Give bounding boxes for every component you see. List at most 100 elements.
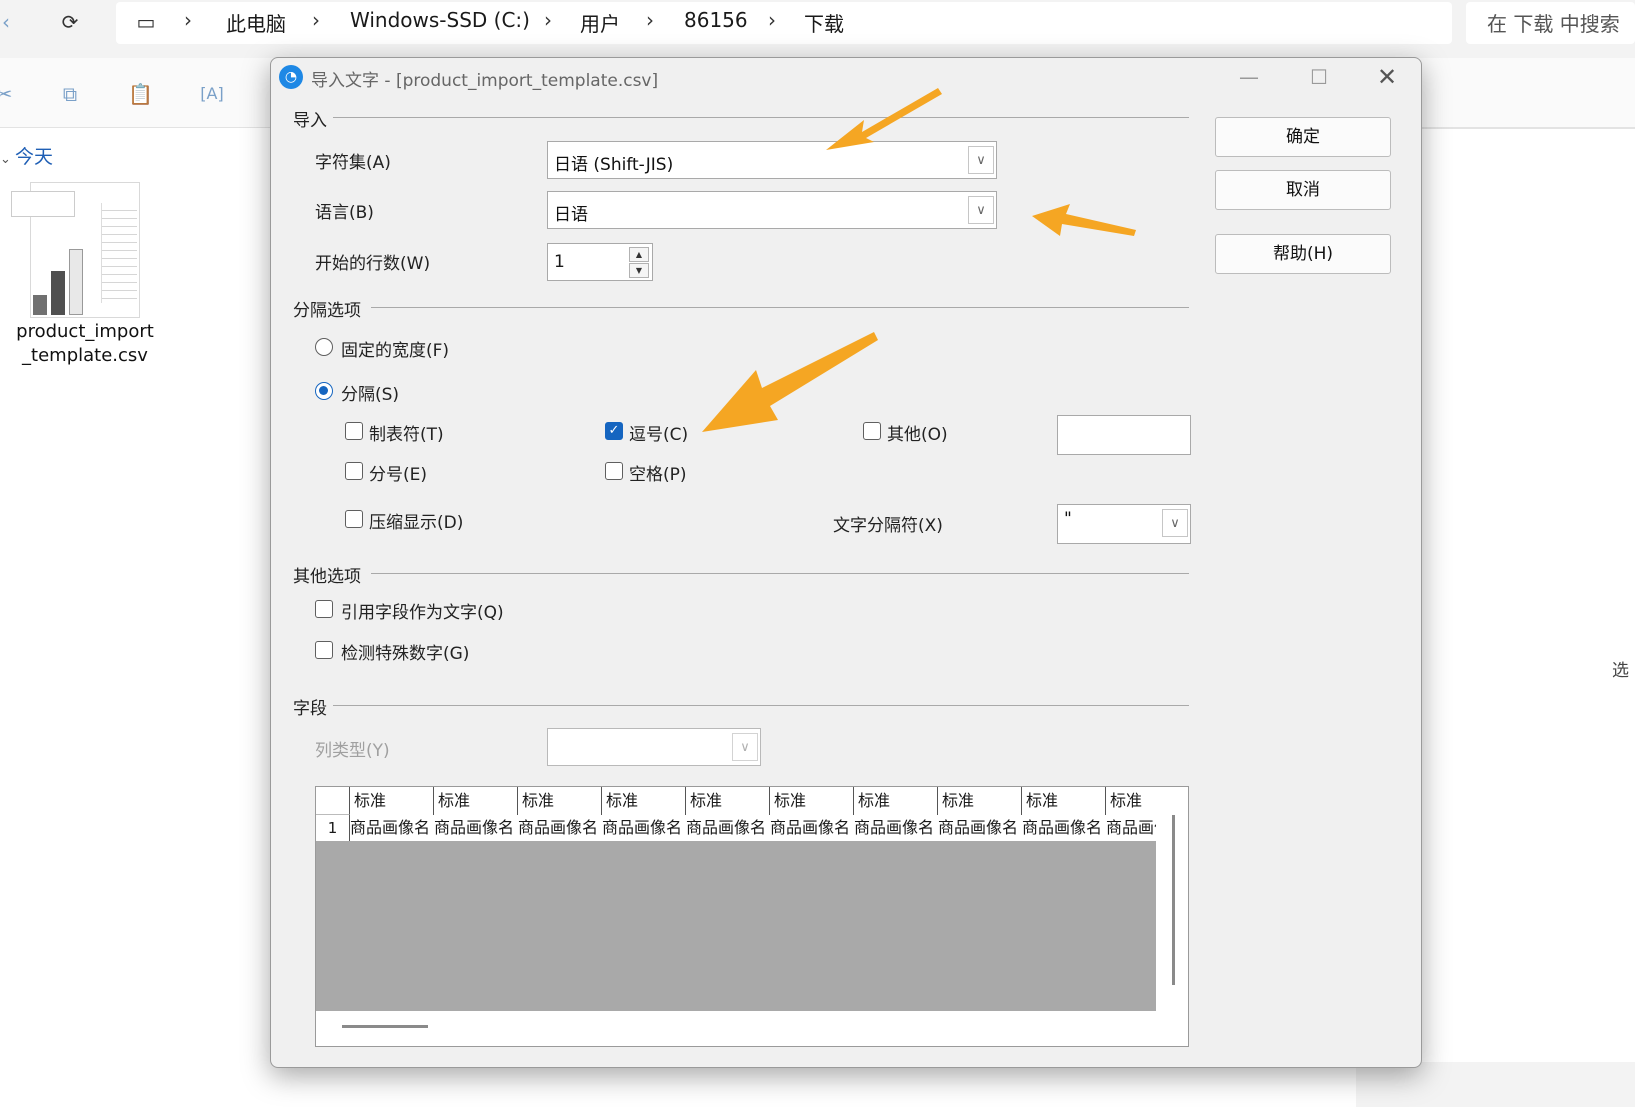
import-text-dialog: ◔ 导入文字 - [product_import_template.csv] —… — [270, 57, 1422, 1068]
separated-label[interactable]: 分隔(S) — [341, 380, 399, 405]
close-icon[interactable]: ✕ — [1367, 62, 1407, 92]
copy-icon[interactable]: ⧉ — [58, 82, 82, 106]
merge-delimiters-checkbox[interactable] — [345, 510, 363, 528]
app-logo-icon: ◔ — [279, 65, 303, 89]
column-header[interactable]: 标准 — [434, 787, 518, 815]
text-delimiter-select[interactable]: " ∨ — [1057, 504, 1191, 544]
breadcrumb-separator-icon: › — [646, 8, 654, 32]
computer-icon: ▭ — [136, 10, 156, 34]
file-name-line: _template.csv — [22, 345, 148, 366]
section-other-title: 其他选项 — [293, 567, 361, 587]
maximize-icon[interactable]: ☐ — [1299, 62, 1339, 92]
breadcrumb-separator-icon: › — [312, 8, 320, 32]
breadcrumb-drive[interactable]: Windows-SSD (C:) — [350, 8, 530, 32]
breadcrumb-downloads[interactable]: 下载 — [804, 8, 844, 37]
column-header[interactable]: 标准 — [1106, 787, 1156, 815]
group-label: 今天 — [15, 146, 54, 168]
chevron-down-icon[interactable]: ∨ — [968, 146, 994, 174]
semicolon-label[interactable]: 分号(E) — [369, 460, 427, 485]
vertical-scrollbar[interactable] — [1172, 815, 1175, 985]
thumb-header — [11, 191, 75, 217]
breadcrumb-this-pc[interactable]: 此电脑 — [226, 8, 286, 37]
minimize-icon[interactable]: — — [1229, 62, 1269, 92]
column-header[interactable]: 标准 — [770, 787, 854, 815]
text-delimiter-label: 文字分隔符(X) — [833, 516, 943, 536]
column-header[interactable]: 标准 — [854, 787, 938, 815]
dialog-title: 导入文字 - [product_import_template.csv] — [311, 71, 659, 91]
section-separator-title: 分隔选项 — [293, 301, 361, 321]
help-button[interactable]: 帮助(H) — [1215, 234, 1391, 274]
column-type-label: 列类型(Y) — [315, 741, 390, 761]
chevron-down-icon[interactable]: ∨ — [968, 196, 994, 224]
text-delimiter-value: " — [1064, 509, 1072, 529]
grid-corner — [316, 787, 350, 815]
file-name-line: product_import — [16, 321, 154, 342]
horizontal-scrollbar[interactable] — [342, 1025, 428, 1028]
group-header-today[interactable]: ⌄ 今天 — [0, 142, 53, 169]
preview-cell: 商品画像名 — [938, 818, 1019, 837]
chevron-down-icon[interactable]: ∨ — [732, 733, 758, 761]
breadcrumb-user[interactable]: 86156 — [684, 8, 748, 32]
file-name[interactable]: product_import _template.csv — [10, 320, 160, 368]
quoted-as-text-checkbox[interactable] — [315, 600, 333, 618]
preview-cell: 商品画像名 — [602, 818, 683, 837]
column-header[interactable]: 标准 — [350, 787, 434, 815]
section-divider — [333, 117, 1189, 118]
language-value: 日语 — [554, 205, 588, 225]
detect-numbers-label[interactable]: 检测特殊数字(G) — [341, 639, 469, 664]
tab-label[interactable]: 制表符(T) — [369, 420, 444, 445]
refresh-icon[interactable]: ⟳ — [58, 10, 82, 34]
fixed-width-radio[interactable] — [315, 338, 333, 356]
preview-cell: 商品画像 — [1106, 818, 1156, 837]
column-header[interactable]: 标准 — [518, 787, 602, 815]
space-checkbox[interactable] — [605, 462, 623, 480]
cut-icon[interactable]: ✂ — [0, 82, 16, 106]
comma-label[interactable]: 逗号(C) — [629, 420, 688, 445]
start-row-spinner[interactable]: 1 ▲ ▼ — [547, 243, 653, 281]
chevron-down-icon[interactable]: ∨ — [1162, 509, 1188, 537]
tab-checkbox[interactable] — [345, 422, 363, 440]
charset-value: 日语 (Shift-JIS) — [554, 155, 674, 175]
preview-grid[interactable]: 标准 标准 标准 标准 标准 标准 标准 标准 标准 标准 1 商品画像名 商品… — [315, 786, 1189, 1047]
charset-label: 字符集(A) — [315, 153, 391, 173]
spin-up-icon[interactable]: ▲ — [629, 247, 649, 262]
file-thumbnail[interactable] — [11, 182, 140, 318]
preview-cell: 商品画像名 — [350, 818, 431, 837]
cancel-button[interactable]: 取消 — [1215, 170, 1391, 210]
start-row-label: 开始的行数(W) — [315, 254, 431, 274]
semicolon-checkbox[interactable] — [345, 462, 363, 480]
detect-numbers-checkbox[interactable] — [315, 641, 333, 659]
preview-empty-area — [316, 841, 1156, 1011]
annotation-arrow-icon — [1032, 204, 1136, 236]
column-header[interactable]: 标准 — [602, 787, 686, 815]
column-header[interactable]: 标准 — [938, 787, 1022, 815]
back-icon[interactable]: ‹ — [0, 10, 18, 34]
comma-checkbox[interactable]: ✓ — [605, 422, 623, 440]
other-label[interactable]: 其他(O) — [887, 420, 948, 445]
merge-delimiters-label[interactable]: 压缩显示(D) — [369, 508, 463, 533]
quoted-as-text-label[interactable]: 引用字段作为文字(Q) — [341, 598, 504, 623]
preview-cell: 商品画像名 — [770, 818, 851, 837]
column-header[interactable]: 标准 — [1022, 787, 1106, 815]
other-separator-input[interactable] — [1057, 415, 1191, 455]
section-divider — [371, 573, 1189, 574]
language-select[interactable]: 日语 ∨ — [547, 191, 997, 229]
status-bar — [1356, 1062, 1635, 1107]
ok-button[interactable]: 确定 — [1215, 117, 1391, 157]
start-row-value: 1 — [554, 252, 565, 272]
section-import-title: 导入 — [293, 111, 327, 131]
section-fields-title: 字段 — [293, 699, 327, 719]
fixed-width-label[interactable]: 固定的宽度(F) — [341, 336, 449, 361]
spin-down-icon[interactable]: ▼ — [629, 263, 649, 278]
section-divider — [371, 307, 1189, 308]
paste-icon[interactable]: 📋 — [128, 82, 153, 106]
space-label[interactable]: 空格(P) — [629, 460, 687, 485]
breadcrumb-users[interactable]: 用户 — [580, 8, 620, 37]
column-header[interactable]: 标准 — [686, 787, 770, 815]
column-type-select[interactable]: ∨ — [547, 728, 761, 766]
rename-icon[interactable]: [A] — [200, 82, 224, 106]
preview-cell: 商品画像名 — [1022, 818, 1103, 837]
annotation-arrow-icon — [826, 88, 942, 150]
preview-header-row: 标准 标准 标准 标准 标准 标准 标准 标准 标准 标准 — [316, 787, 1156, 815]
separated-radio[interactable] — [315, 382, 333, 400]
